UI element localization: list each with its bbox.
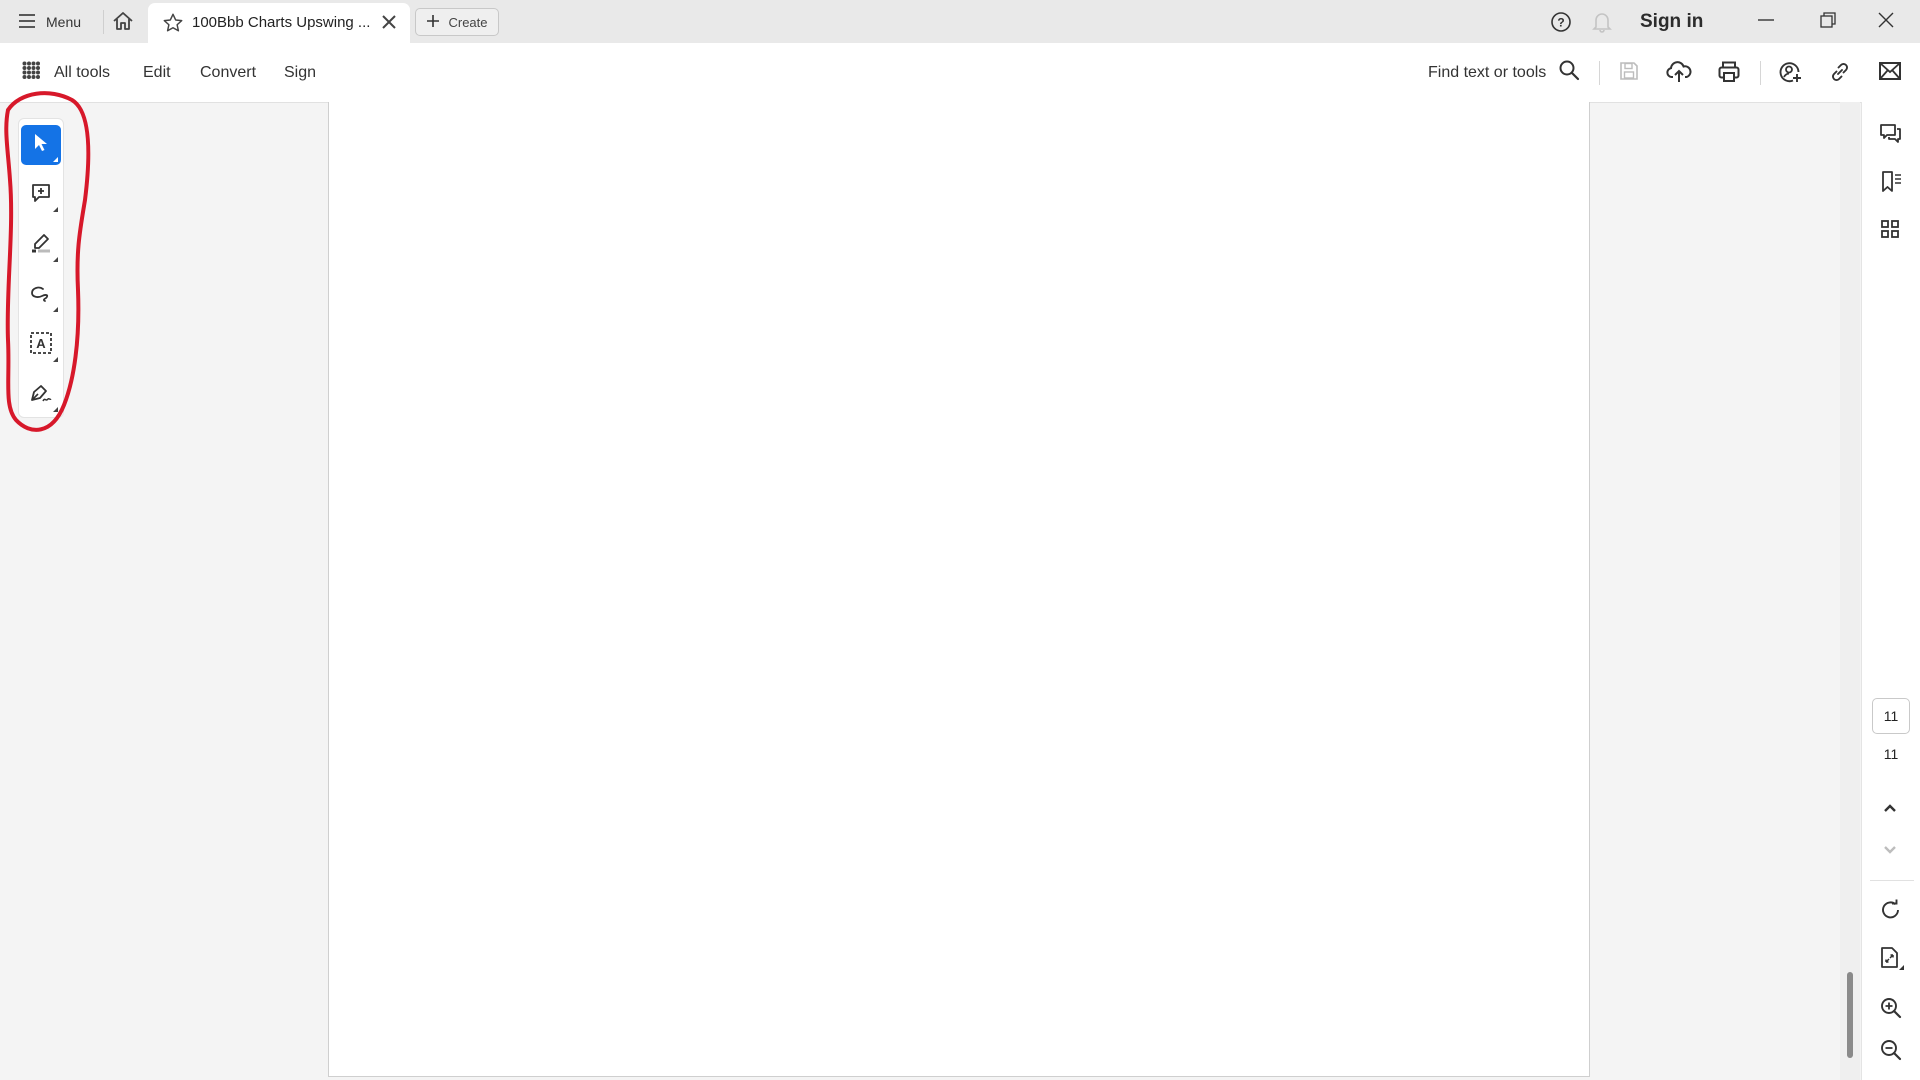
draw-tool[interactable] xyxy=(21,275,61,315)
apps-grid-icon xyxy=(22,61,40,84)
right-side-panel: 11 11 xyxy=(1861,102,1920,1080)
toolbar-divider xyxy=(1599,61,1600,85)
create-label: Create xyxy=(448,14,488,30)
email-icon[interactable] xyxy=(1878,60,1902,87)
notifications-bell-icon[interactable] xyxy=(1592,11,1612,33)
menu-button[interactable]: Menu xyxy=(18,9,81,35)
expand-corner-icon xyxy=(53,357,58,362)
edit-menu[interactable]: Edit xyxy=(143,43,171,102)
tab-title: 100Bbb Charts Upswing ... xyxy=(192,14,371,31)
select-tool[interactable] xyxy=(21,125,61,165)
close-tab-icon[interactable] xyxy=(380,13,398,36)
upload-cloud-icon[interactable] xyxy=(1666,60,1692,89)
zoom-in-icon[interactable] xyxy=(1879,996,1903,1025)
sign-tool[interactable] xyxy=(21,375,61,415)
add-comment-tool[interactable] xyxy=(21,175,61,215)
vertical-scrollbar[interactable] xyxy=(1840,102,1860,1080)
expand-corner-icon xyxy=(53,257,58,262)
fit-page-icon[interactable] xyxy=(1879,946,1905,977)
total-pages: 11 xyxy=(1883,746,1899,762)
star-icon[interactable] xyxy=(162,12,184,39)
menu-label: Menu xyxy=(46,14,82,30)
expand-corner-icon xyxy=(53,157,58,162)
freehand-loop-icon xyxy=(29,283,53,308)
all-tools-label: All tools xyxy=(54,63,111,81)
page-up-icon[interactable] xyxy=(1879,800,1901,821)
home-icon xyxy=(112,11,134,36)
sign-in-button[interactable]: Sign in xyxy=(1640,11,1703,33)
search-icon xyxy=(1558,59,1580,86)
bookmark-list-icon[interactable] xyxy=(1879,170,1903,199)
hamburger-icon xyxy=(18,13,36,31)
convert-menu[interactable]: Convert xyxy=(200,43,256,102)
expand-corner-icon xyxy=(53,207,58,212)
rotate-icon[interactable] xyxy=(1879,898,1903,927)
help-icon[interactable]: ? xyxy=(1550,11,1572,33)
svg-text:?: ? xyxy=(1557,16,1564,30)
minimize-window-icon[interactable] xyxy=(1756,10,1776,30)
close-window-icon[interactable] xyxy=(1876,10,1896,30)
find-label: Find text or tools xyxy=(1428,63,1547,81)
find-text-or-tools[interactable]: Find text or tools xyxy=(1428,43,1580,102)
link-icon[interactable] xyxy=(1828,60,1852,89)
save-icon[interactable] xyxy=(1618,60,1640,87)
cursor-arrow-icon xyxy=(32,133,50,158)
current-page-input[interactable]: 11 xyxy=(1872,698,1910,734)
highlight-tool[interactable] xyxy=(21,225,61,265)
main-toolbar: All tools Edit Convert Sign Find text or… xyxy=(0,43,1920,103)
restore-window-icon[interactable] xyxy=(1818,10,1838,30)
comment-plus-icon xyxy=(30,182,52,209)
quick-tools-rail: A xyxy=(18,118,64,418)
toolbar-divider xyxy=(1760,61,1761,85)
title-bar: Menu 100Bbb Charts Upswing ... Create ? … xyxy=(0,0,1920,43)
text-box-icon: A xyxy=(29,331,53,360)
print-icon[interactable] xyxy=(1717,60,1741,89)
svg-text:A: A xyxy=(36,336,46,351)
scrollbar-thumb[interactable] xyxy=(1847,972,1853,1058)
all-tools-button[interactable]: All tools xyxy=(22,43,110,102)
home-button[interactable] xyxy=(110,10,136,36)
document-page[interactable] xyxy=(328,102,1590,1077)
panel-divider xyxy=(1870,880,1914,881)
sign-menu[interactable]: Sign xyxy=(284,43,316,102)
document-tab[interactable]: 100Bbb Charts Upswing ... xyxy=(148,3,410,43)
share-user-icon[interactable] xyxy=(1778,60,1802,89)
expand-corner-icon xyxy=(53,307,58,312)
create-button[interactable]: Create xyxy=(415,8,499,36)
text-box-tool[interactable]: A xyxy=(21,325,61,365)
divider xyxy=(103,10,104,34)
expand-corner-icon xyxy=(53,407,58,412)
highlighter-icon xyxy=(30,232,52,259)
pen-sign-icon xyxy=(29,382,53,409)
plus-icon xyxy=(426,14,440,31)
thumbnails-grid-icon[interactable] xyxy=(1879,218,1901,245)
zoom-out-icon[interactable] xyxy=(1879,1038,1903,1067)
page-down-icon[interactable] xyxy=(1879,842,1901,863)
comments-icon[interactable] xyxy=(1879,122,1903,151)
